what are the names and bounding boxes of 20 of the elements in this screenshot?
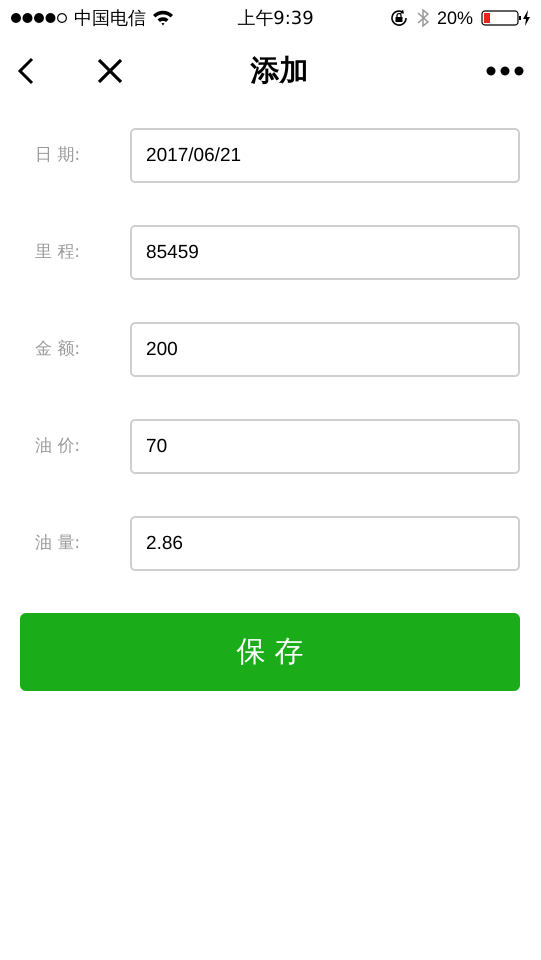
signal-icon — [10, 12, 68, 24]
battery-percent: 20% — [436, 6, 473, 30]
input-field[interactable]: 70 — [130, 419, 520, 474]
bluetooth-icon — [416, 8, 429, 28]
input-field[interactable]: 2.86 — [130, 516, 520, 571]
rotation-lock-icon — [388, 8, 409, 28]
field-label: 里 程: — [34, 240, 82, 264]
page-title: 添加 — [250, 52, 308, 90]
field-label: 金 额: — [34, 338, 82, 361]
field-label: 日 期: — [34, 144, 82, 167]
input-field[interactable]: 85459 — [130, 225, 520, 280]
field-label: 油 量: — [34, 532, 82, 555]
status-time: 上午9:39 — [237, 6, 314, 30]
field-label: 油 价: — [34, 434, 82, 458]
input-field[interactable]: 2017/06/21 — [130, 128, 520, 183]
wifi-icon — [152, 10, 174, 26]
close-button[interactable] — [96, 57, 124, 85]
input-field[interactable]: 200 — [130, 322, 520, 377]
battery-charging-icon — [481, 9, 531, 27]
carrier-name: 中国电信 — [74, 6, 146, 30]
